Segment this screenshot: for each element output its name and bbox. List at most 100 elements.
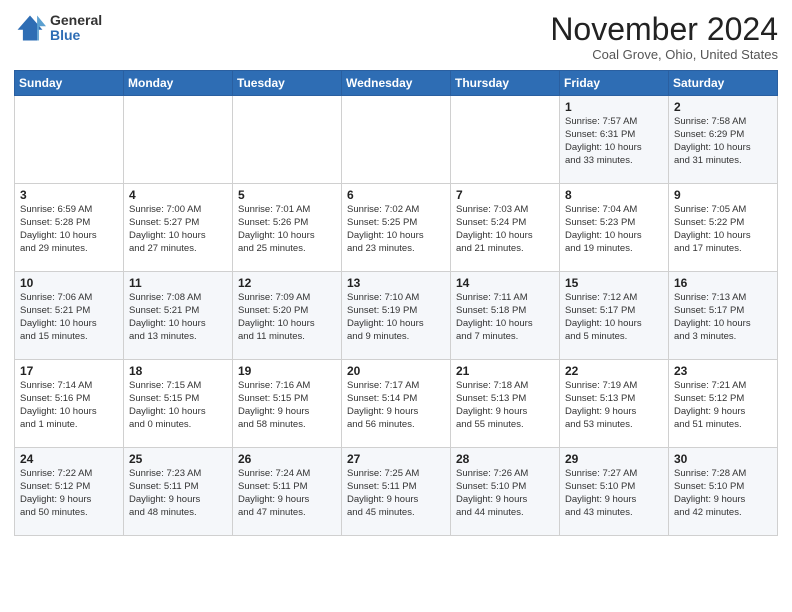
day-number: 25 xyxy=(129,452,227,466)
weekday-header-monday: Monday xyxy=(124,71,233,96)
day-info: Sunrise: 7:16 AM Sunset: 5:15 PM Dayligh… xyxy=(238,380,336,431)
day-number: 8 xyxy=(565,188,663,202)
logo-text: General Blue xyxy=(50,13,102,44)
logo-icon xyxy=(14,12,46,44)
calendar-cell: 7Sunrise: 7:03 AM Sunset: 5:24 PM Daylig… xyxy=(451,184,560,272)
calendar-cell: 12Sunrise: 7:09 AM Sunset: 5:20 PM Dayli… xyxy=(233,272,342,360)
day-number: 24 xyxy=(20,452,118,466)
calendar-cell: 1 Sunrise: 7:57 AM Sunset: 6:31 PM Daylig… xyxy=(560,96,669,184)
day-number: 9 xyxy=(674,188,772,202)
calendar-cell: 13 Sunrise: 7:10 AM Sunset: 5:19 PM Dayli… xyxy=(342,272,451,360)
calendar-cell: 20Sunrise: 7:17 AM Sunset: 5:14 PM Dayli… xyxy=(342,360,451,448)
weekday-header-wednesday: Wednesday xyxy=(342,71,451,96)
page: General Blue November 2024 Coal Grove, O… xyxy=(0,0,792,612)
day-number: 26 xyxy=(238,452,336,466)
day-number: 29 xyxy=(565,452,663,466)
day-number: 13 xyxy=(347,276,445,290)
day-info: Sunrise: 7:57 AM Sunset: 6:31 PM Dayligh… xyxy=(565,116,663,167)
calendar-cell: 15 Sunrise: 7:12 AM Sunset: 5:17 PM Dayli… xyxy=(560,272,669,360)
calendar-cell: 17 Sunrise: 7:14 AM Sunset: 5:16 PM Dayli… xyxy=(15,360,124,448)
day-number: 28 xyxy=(456,452,554,466)
day-info: Sunrise: 7:21 AM Sunset: 5:12 PM Dayligh… xyxy=(674,380,772,431)
calendar-cell: 28Sunrise: 7:26 AM Sunset: 5:10 PM Dayli… xyxy=(451,448,560,536)
logo-blue-text: Blue xyxy=(50,28,102,43)
calendar-cell xyxy=(124,96,233,184)
calendar-cell: 4 Sunrise: 7:00 AM Sunset: 5:27 PM Daylig… xyxy=(124,184,233,272)
calendar-cell xyxy=(451,96,560,184)
day-number: 22 xyxy=(565,364,663,378)
day-number: 15 xyxy=(565,276,663,290)
day-number: 21 xyxy=(456,364,554,378)
day-info: Sunrise: 7:10 AM Sunset: 5:19 PM Dayligh… xyxy=(347,292,445,343)
day-info: Sunrise: 7:03 AM Sunset: 5:24 PM Dayligh… xyxy=(456,204,554,255)
calendar-header: SundayMondayTuesdayWednesdayThursdayFrid… xyxy=(15,71,778,96)
day-number: 30 xyxy=(674,452,772,466)
day-number: 20 xyxy=(347,364,445,378)
day-info: Sunrise: 7:23 AM Sunset: 5:11 PM Dayligh… xyxy=(129,468,227,519)
day-info: Sunrise: 7:02 AM Sunset: 5:25 PM Dayligh… xyxy=(347,204,445,255)
calendar: SundayMondayTuesdayWednesdayThursdayFrid… xyxy=(14,70,778,536)
calendar-cell: 30 Sunrise: 7:28 AM Sunset: 5:10 PM Dayli… xyxy=(669,448,778,536)
calendar-cell xyxy=(342,96,451,184)
day-number: 5 xyxy=(238,188,336,202)
day-info: Sunrise: 7:00 AM Sunset: 5:27 PM Dayligh… xyxy=(129,204,227,255)
week-row-4: 17 Sunrise: 7:14 AM Sunset: 5:16 PM Dayli… xyxy=(15,360,778,448)
day-info: Sunrise: 7:58 AM Sunset: 6:29 PM Dayligh… xyxy=(674,116,772,167)
weekday-header-saturday: Saturday xyxy=(669,71,778,96)
day-info: Sunrise: 7:28 AM Sunset: 5:10 PM Dayligh… xyxy=(674,468,772,519)
calendar-cell xyxy=(15,96,124,184)
day-info: Sunrise: 7:11 AM Sunset: 5:18 PM Dayligh… xyxy=(456,292,554,343)
day-number: 14 xyxy=(456,276,554,290)
day-number: 12 xyxy=(238,276,336,290)
calendar-cell: 29 Sunrise: 7:27 AM Sunset: 5:10 PM Dayli… xyxy=(560,448,669,536)
calendar-cell: 19 Sunrise: 7:16 AM Sunset: 5:15 PM Dayli… xyxy=(233,360,342,448)
calendar-cell: 18 Sunrise: 7:15 AM Sunset: 5:15 PM Dayli… xyxy=(124,360,233,448)
weekday-row: SundayMondayTuesdayWednesdayThursdayFrid… xyxy=(15,71,778,96)
week-row-3: 10Sunrise: 7:06 AM Sunset: 5:21 PM Dayli… xyxy=(15,272,778,360)
month-title: November 2024 xyxy=(550,12,778,47)
calendar-cell: 8 Sunrise: 7:04 AM Sunset: 5:23 PM Daylig… xyxy=(560,184,669,272)
day-number: 6 xyxy=(347,188,445,202)
calendar-cell: 25 Sunrise: 7:23 AM Sunset: 5:11 PM Dayli… xyxy=(124,448,233,536)
week-row-2: 3Sunrise: 6:59 AM Sunset: 5:28 PM Daylig… xyxy=(15,184,778,272)
day-info: Sunrise: 7:01 AM Sunset: 5:26 PM Dayligh… xyxy=(238,204,336,255)
weekday-header-thursday: Thursday xyxy=(451,71,560,96)
day-number: 23 xyxy=(674,364,772,378)
day-info: Sunrise: 7:15 AM Sunset: 5:15 PM Dayligh… xyxy=(129,380,227,431)
day-info: Sunrise: 7:04 AM Sunset: 5:23 PM Dayligh… xyxy=(565,204,663,255)
day-info: Sunrise: 7:12 AM Sunset: 5:17 PM Dayligh… xyxy=(565,292,663,343)
week-row-5: 24 Sunrise: 7:22 AM Sunset: 5:12 PM Dayli… xyxy=(15,448,778,536)
day-number: 17 xyxy=(20,364,118,378)
calendar-body: 1 Sunrise: 7:57 AM Sunset: 6:31 PM Daylig… xyxy=(15,96,778,536)
calendar-cell: 23 Sunrise: 7:21 AM Sunset: 5:12 PM Dayli… xyxy=(669,360,778,448)
day-info: Sunrise: 6:59 AM Sunset: 5:28 PM Dayligh… xyxy=(20,204,118,255)
weekday-header-friday: Friday xyxy=(560,71,669,96)
calendar-cell: 9 Sunrise: 7:05 AM Sunset: 5:22 PM Daylig… xyxy=(669,184,778,272)
weekday-header-tuesday: Tuesday xyxy=(233,71,342,96)
day-number: 4 xyxy=(129,188,227,202)
day-number: 16 xyxy=(674,276,772,290)
location: Coal Grove, Ohio, United States xyxy=(550,47,778,62)
day-number: 27 xyxy=(347,452,445,466)
header: General Blue November 2024 Coal Grove, O… xyxy=(14,12,778,62)
day-info: Sunrise: 7:14 AM Sunset: 5:16 PM Dayligh… xyxy=(20,380,118,431)
day-number: 18 xyxy=(129,364,227,378)
day-number: 11 xyxy=(129,276,227,290)
day-info: Sunrise: 7:25 AM Sunset: 5:11 PM Dayligh… xyxy=(347,468,445,519)
day-info: Sunrise: 7:27 AM Sunset: 5:10 PM Dayligh… xyxy=(565,468,663,519)
day-number: 1 xyxy=(565,100,663,114)
logo: General Blue xyxy=(14,12,102,44)
calendar-cell xyxy=(233,96,342,184)
day-info: Sunrise: 7:22 AM Sunset: 5:12 PM Dayligh… xyxy=(20,468,118,519)
day-info: Sunrise: 7:05 AM Sunset: 5:22 PM Dayligh… xyxy=(674,204,772,255)
calendar-cell: 6 Sunrise: 7:02 AM Sunset: 5:25 PM Daylig… xyxy=(342,184,451,272)
weekday-header-sunday: Sunday xyxy=(15,71,124,96)
logo-general-text: General xyxy=(50,13,102,28)
day-number: 19 xyxy=(238,364,336,378)
calendar-cell: 16Sunrise: 7:13 AM Sunset: 5:17 PM Dayli… xyxy=(669,272,778,360)
calendar-cell: 27 Sunrise: 7:25 AM Sunset: 5:11 PM Dayli… xyxy=(342,448,451,536)
day-info: Sunrise: 7:18 AM Sunset: 5:13 PM Dayligh… xyxy=(456,380,554,431)
week-row-1: 1 Sunrise: 7:57 AM Sunset: 6:31 PM Daylig… xyxy=(15,96,778,184)
day-info: Sunrise: 7:06 AM Sunset: 5:21 PM Dayligh… xyxy=(20,292,118,343)
day-number: 2 xyxy=(674,100,772,114)
